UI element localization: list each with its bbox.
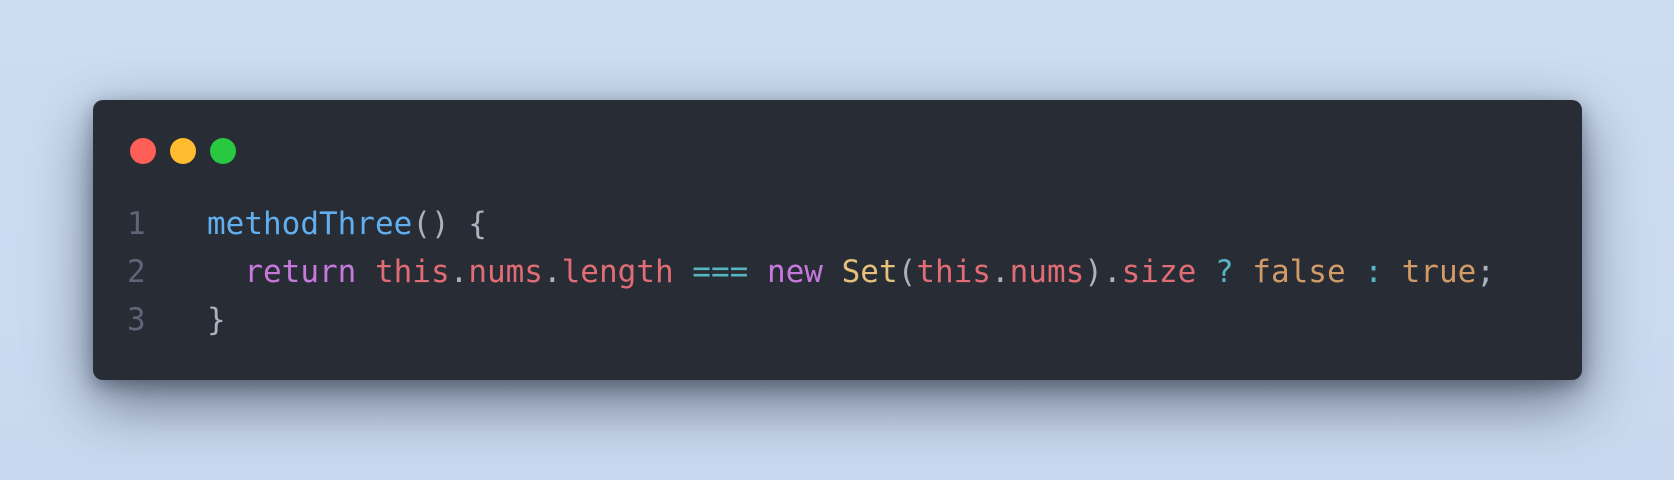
- window-controls: [130, 138, 236, 164]
- code-token: :: [1364, 254, 1383, 290]
- code-token: .: [542, 254, 562, 290]
- code-token: this: [374, 254, 450, 290]
- code-token: size: [1121, 254, 1197, 290]
- line-content: methodThree() {: [207, 200, 487, 248]
- code-token: ===: [692, 254, 749, 290]
- code-token: Set: [841, 254, 898, 290]
- line-number: 3: [127, 302, 146, 338]
- maximize-button[interactable]: [210, 138, 236, 164]
- code-token: .: [990, 254, 1010, 290]
- code-token: ;: [1476, 254, 1495, 290]
- code-token: new: [766, 254, 823, 290]
- line-content: }: [207, 296, 226, 344]
- code-token: nums: [1009, 254, 1085, 290]
- line-number: 2: [127, 254, 146, 290]
- code-token: .: [449, 254, 469, 290]
- code-token: () {: [412, 206, 487, 242]
- code-block: 1 methodThree() {2 return this.nums.lengt…: [127, 200, 1562, 344]
- code-line: 1 methodThree() {: [127, 200, 1562, 248]
- close-button[interactable]: [130, 138, 156, 164]
- code-token: }: [207, 302, 226, 338]
- code-token: ).: [1084, 254, 1122, 290]
- code-token: methodThree: [207, 206, 413, 242]
- code-token: nums: [468, 254, 543, 290]
- minimize-button[interactable]: [170, 138, 196, 164]
- code-token: this: [916, 254, 991, 290]
- code-token: length: [561, 254, 674, 290]
- line-number: 1: [127, 206, 146, 242]
- code-token: return: [244, 254, 357, 290]
- code-token: (: [897, 254, 917, 290]
- code-line: 2 return this.nums.length === new Set(th…: [127, 248, 1562, 296]
- code-window: 1 methodThree() {2 return this.nums.lengt…: [93, 100, 1582, 380]
- code-token: ?: [1214, 254, 1234, 290]
- line-content: return this.nums.length === new Set(this…: [207, 248, 1495, 296]
- code-line: 3}: [127, 296, 1562, 344]
- code-token: true: [1401, 254, 1477, 290]
- code-token: false: [1252, 254, 1346, 290]
